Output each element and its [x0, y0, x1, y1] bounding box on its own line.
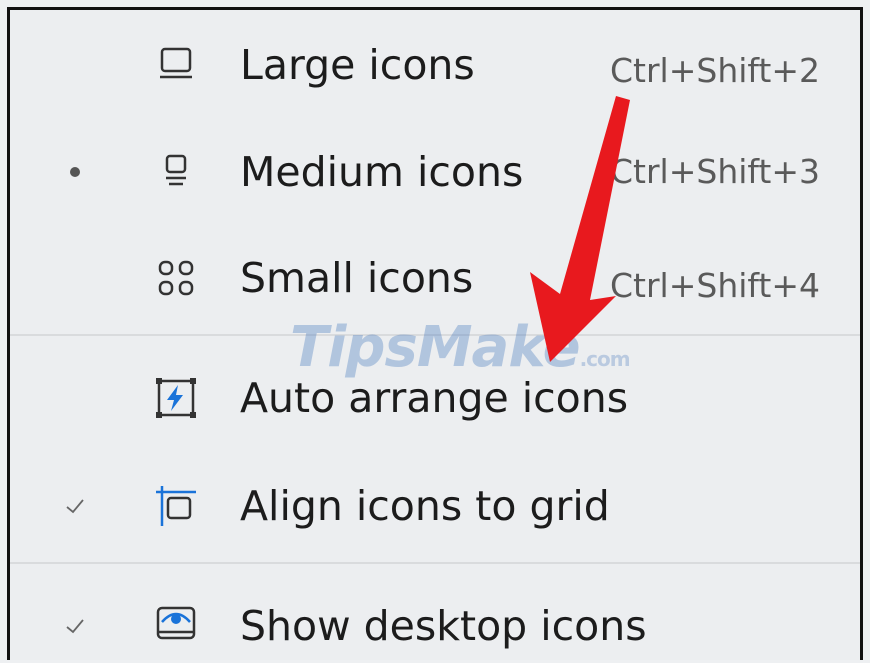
menu-item-shortcut: Ctrl+Shift+2	[610, 51, 821, 90]
selected-dot-icon	[60, 122, 90, 222]
large-icons-icon	[150, 39, 202, 91]
menu-item-shortcut: Ctrl+Shift+4	[610, 266, 821, 305]
menu-item-auto-arrange[interactable]: Auto arrange icons	[10, 348, 860, 448]
align-grid-icon	[150, 480, 202, 532]
menu-item-shortcut: Ctrl+Shift+3	[610, 152, 821, 191]
menu-item-large-icons[interactable]: Large icons Ctrl+Shift+2	[10, 15, 860, 115]
auto-arrange-icon	[150, 372, 202, 424]
selection-mark	[60, 348, 90, 448]
medium-icons-icon	[150, 146, 202, 198]
menu-item-label: Large icons	[240, 41, 475, 89]
check-icon	[60, 576, 90, 660]
selection-mark	[60, 228, 90, 328]
small-icons-icon	[150, 252, 202, 304]
menu-item-show-desktop[interactable]: Show desktop icons	[10, 576, 860, 660]
menu-item-label: Small icons	[240, 254, 474, 302]
menu-separator	[10, 562, 860, 564]
menu-item-label: Show desktop icons	[240, 602, 647, 650]
selection-mark	[60, 15, 90, 115]
show-desktop-icon	[150, 598, 202, 650]
menu-separator	[10, 334, 860, 336]
menu-item-align-grid[interactable]: Align icons to grid	[10, 456, 860, 556]
menu-item-label: Align icons to grid	[240, 482, 610, 530]
menu-item-medium-icons[interactable]: Medium icons Ctrl+Shift+3	[10, 122, 860, 222]
menu-item-label: Medium icons	[240, 148, 524, 196]
check-icon	[60, 456, 90, 556]
menu-item-label: Auto arrange icons	[240, 374, 629, 422]
menu-item-small-icons[interactable]: Small icons Ctrl+Shift+4	[10, 228, 860, 328]
context-menu: Large icons Ctrl+Shift+2 Medium icons Ct…	[7, 7, 863, 660]
